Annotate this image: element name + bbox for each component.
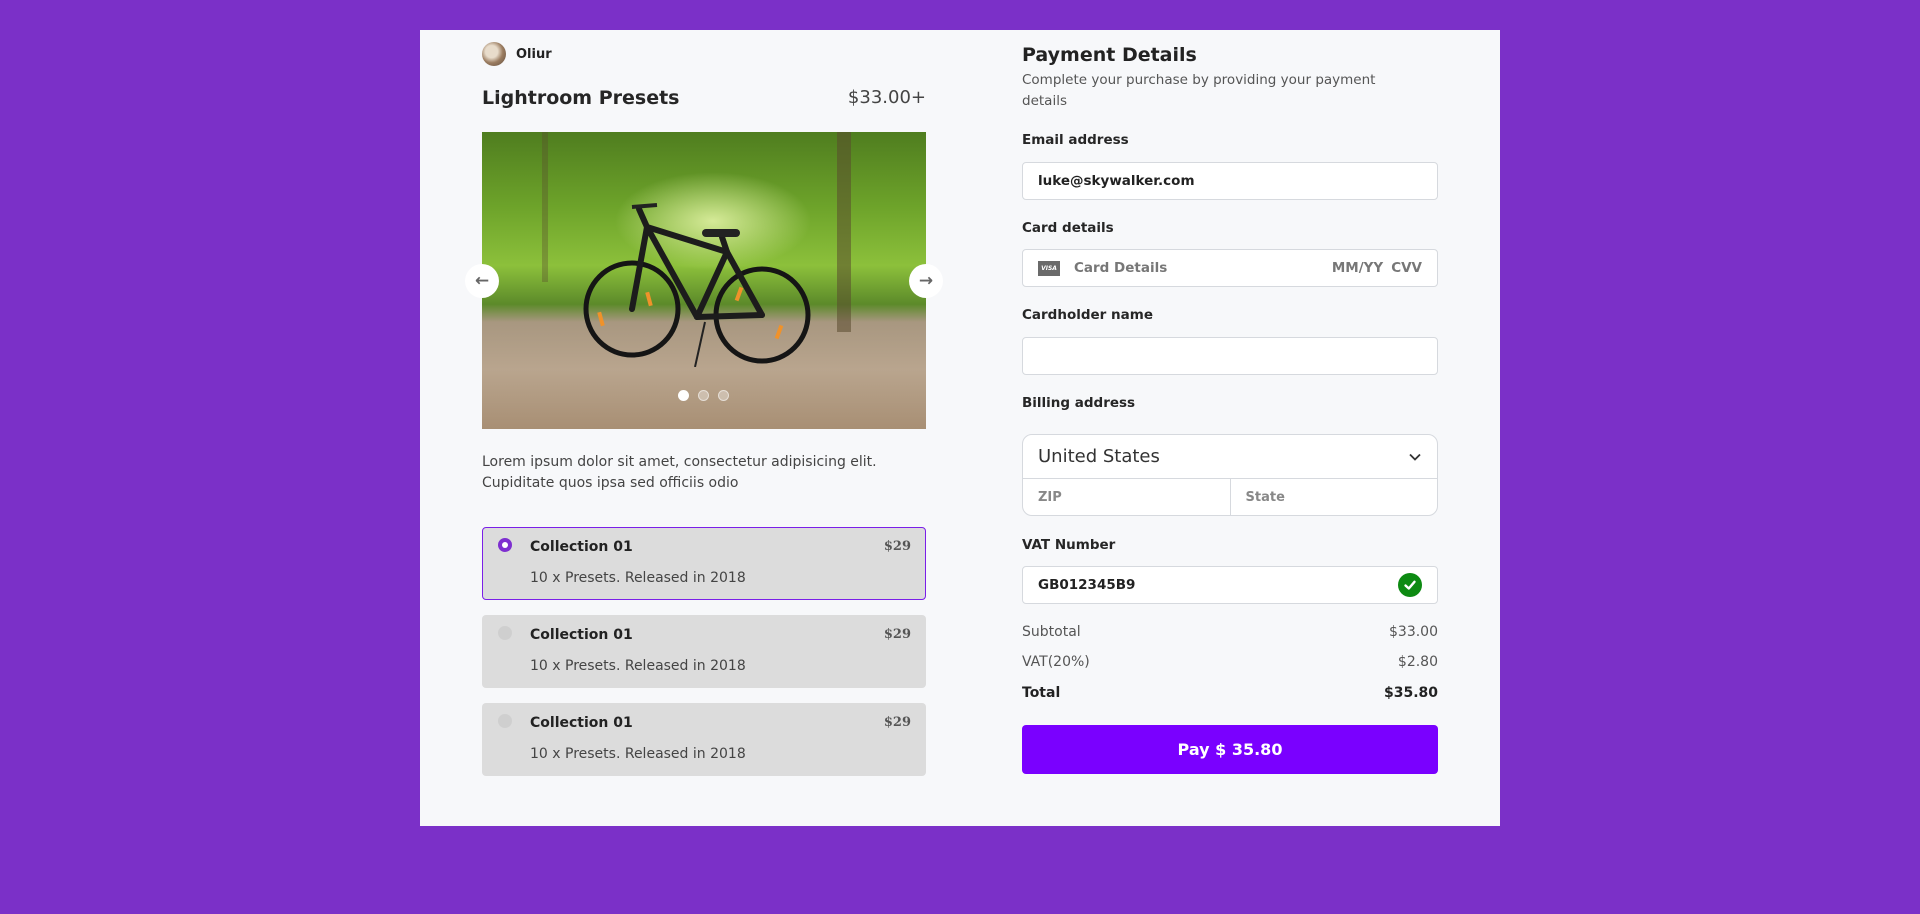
- radio-button[interactable]: [498, 714, 512, 728]
- visa-icon: VISA: [1038, 260, 1060, 276]
- total-value: $35.80: [1383, 685, 1438, 701]
- carousel-dot[interactable]: [718, 390, 729, 401]
- card-expiry-input[interactable]: MM/YY: [1332, 260, 1383, 276]
- option-subtitle: 10 x Presets. Released in 2018: [530, 746, 746, 762]
- payment-title: Payment Details: [1022, 44, 1197, 66]
- carousel-next-button[interactable]: →: [909, 264, 943, 298]
- country-select[interactable]: United States: [1023, 435, 1437, 479]
- vat-label: VAT Number: [1022, 537, 1116, 553]
- vat-number-field[interactable]: [1038, 577, 1398, 593]
- option-subtitle: 10 x Presets. Released in 2018: [530, 658, 746, 674]
- product-title: Lightroom Presets: [482, 87, 680, 109]
- image-carousel: ← →: [465, 132, 943, 429]
- vat-row: VAT(20%) $2.80: [1022, 654, 1438, 670]
- collection-option[interactable]: Collection 01 10 x Presets. Released in …: [482, 703, 926, 776]
- checkout-card: Oliur Lightroom Presets $33.00+ ← → Lore…: [420, 30, 1500, 826]
- check-circle-icon: [1398, 573, 1422, 597]
- subtotal-row: Subtotal $33.00: [1022, 624, 1438, 640]
- product-price: $33.00+: [847, 87, 926, 108]
- avatar: [482, 42, 506, 66]
- vat-amount-label: VAT(20%): [1022, 654, 1090, 670]
- radio-button[interactable]: [498, 626, 512, 640]
- option-title: Collection 01: [530, 627, 633, 643]
- subtotal-label: Subtotal: [1022, 624, 1081, 640]
- pay-button[interactable]: Pay $ 35.80: [1022, 725, 1438, 774]
- card-number-input[interactable]: Card Details: [1074, 260, 1332, 276]
- arrow-left-icon: ←: [474, 271, 490, 291]
- email-field-wrapper: [1022, 162, 1438, 200]
- chevron-down-icon: [1409, 453, 1421, 461]
- vat-field-wrapper: [1022, 566, 1438, 604]
- product-description: Lorem ipsum dolor sit amet, consectetur …: [482, 454, 877, 491]
- vat-amount-value: $2.80: [1397, 654, 1438, 670]
- email-label: Email address: [1022, 132, 1129, 148]
- total-label: Total: [1022, 685, 1061, 701]
- bicycle-graphic: [583, 203, 811, 367]
- collection-option[interactable]: Collection 01 10 x Presets. Released in …: [482, 615, 926, 688]
- radio-button[interactable]: [498, 538, 512, 552]
- payment-subtitle: Complete your purchase by providing your…: [1022, 72, 1376, 109]
- option-price: $29: [883, 539, 911, 554]
- billing-label: Billing address: [1022, 395, 1136, 411]
- carousel-dot[interactable]: [698, 390, 709, 401]
- card-cvv-input[interactable]: CVV: [1391, 260, 1422, 276]
- option-subtitle: 10 x Presets. Released in 2018: [530, 570, 746, 586]
- cardholder-label: Cardholder name: [1022, 307, 1153, 323]
- state-field[interactable]: State: [1231, 479, 1438, 516]
- zip-field[interactable]: ZIP: [1023, 479, 1231, 516]
- option-title: Collection 01: [530, 539, 633, 555]
- carousel-dots: [678, 390, 729, 401]
- billing-address-group: United States ZIP State: [1022, 434, 1438, 516]
- author[interactable]: Oliur: [482, 42, 552, 66]
- cardholder-name-field[interactable]: [1038, 348, 1422, 364]
- arrow-right-icon: →: [918, 271, 934, 291]
- total-row: Total $35.80: [1022, 685, 1438, 701]
- option-title: Collection 01: [530, 715, 633, 731]
- author-name: Oliur: [516, 46, 552, 62]
- card-details-field[interactable]: VISA Card Details MM/YY CVV: [1022, 249, 1438, 287]
- option-price: $29: [883, 627, 911, 642]
- option-price: $29: [883, 715, 911, 730]
- country-value: United States: [1038, 446, 1160, 467]
- email-field[interactable]: [1038, 173, 1422, 189]
- subtotal-value: $33.00: [1389, 624, 1438, 640]
- carousel-prev-button[interactable]: ←: [465, 264, 499, 298]
- product-image: [482, 132, 926, 429]
- cardholder-field-wrapper: [1022, 337, 1438, 375]
- collection-option[interactable]: Collection 01 10 x Presets. Released in …: [482, 527, 926, 600]
- card-details-label: Card details: [1022, 220, 1114, 236]
- carousel-dot[interactable]: [678, 390, 689, 401]
- collection-options: Collection 01 10 x Presets. Released in …: [482, 527, 926, 791]
